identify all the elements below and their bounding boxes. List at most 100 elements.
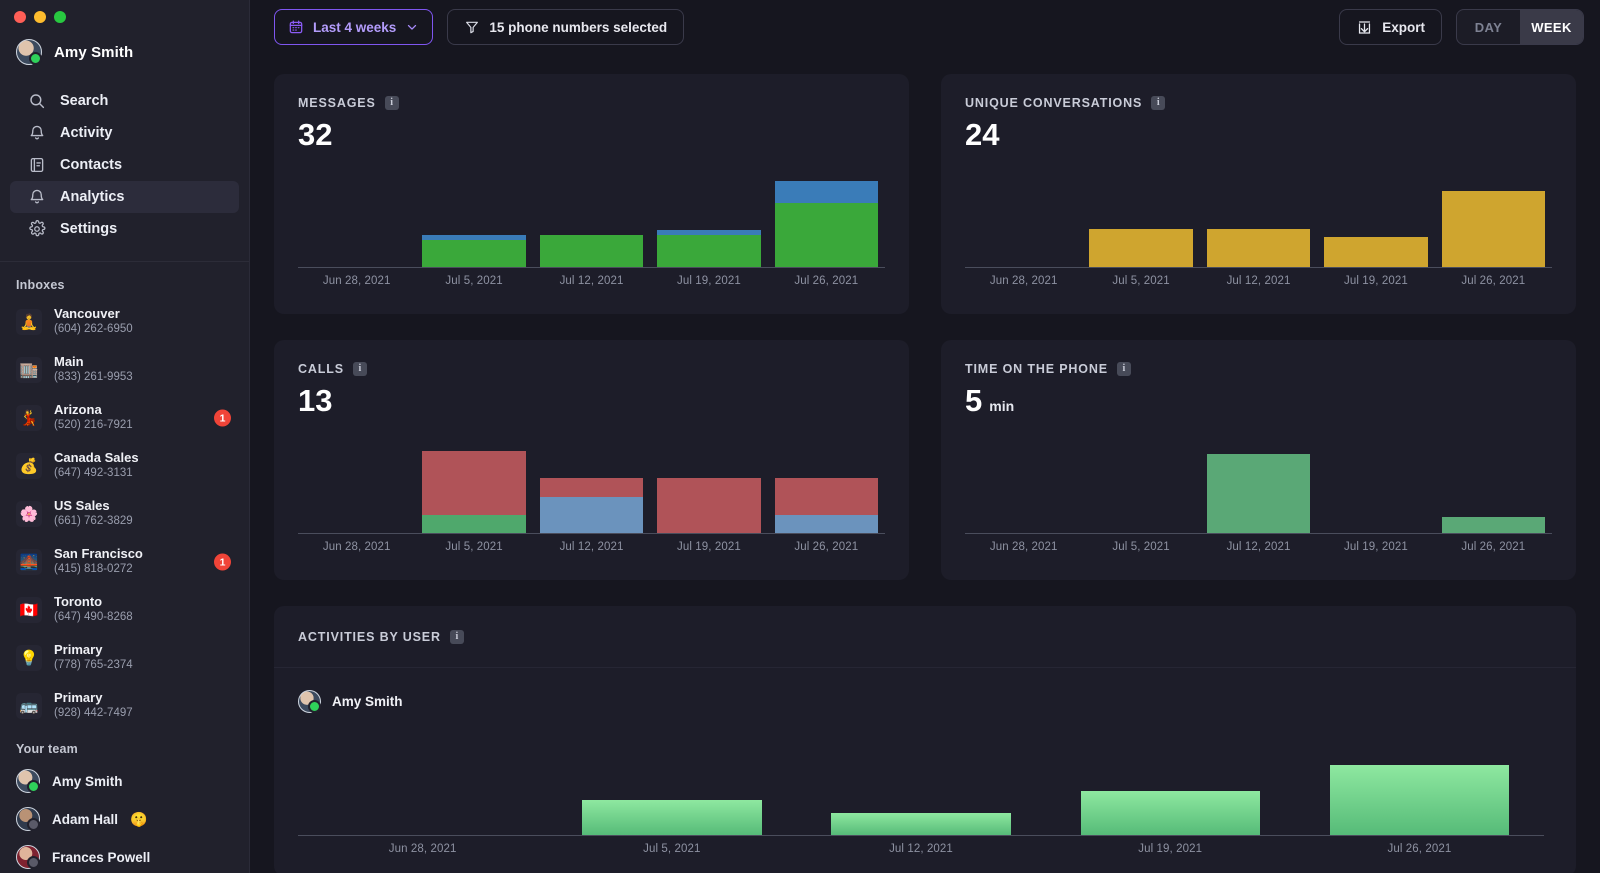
x-axis-labels: Jun 28, 2021Jul 5, 2021Jul 12, 2021Jul 1…	[298, 843, 1544, 855]
inbox-emoji-icon: 💡	[16, 645, 42, 671]
team-member-frances-powell[interactable]: Frances Powell	[0, 838, 249, 873]
info-icon[interactable]: i	[1117, 362, 1131, 376]
card-title: ACTIVITIES BY USER	[298, 630, 441, 644]
team-member-amy-smith[interactable]: Amy Smith	[0, 762, 249, 800]
inbox-item-arizona[interactable]: 💃 Arizona (520) 216-7921 1	[0, 394, 249, 442]
x-axis-tick-label: Jul 12, 2021	[796, 843, 1045, 855]
x-axis-labels: Jun 28, 2021Jul 5, 2021Jul 12, 2021Jul 1…	[965, 275, 1552, 287]
bar-slot[interactable]	[965, 176, 1082, 267]
x-axis-tick-label: Jun 28, 2021	[298, 275, 415, 287]
bar-slot[interactable]	[796, 752, 1045, 835]
inbox-list: 🧘 Vancouver (604) 262-6950 🏬 Main (833) …	[0, 298, 249, 730]
bar-segment	[540, 497, 643, 533]
inbox-emoji-icon: 🚌	[16, 693, 42, 719]
bar-segment	[657, 478, 760, 533]
date-range-button[interactable]: Last 4 weeks	[274, 9, 433, 45]
bar-slot[interactable]	[298, 176, 415, 267]
search-icon	[28, 92, 46, 110]
card-title: MESSAGES	[298, 96, 376, 110]
bar-slot[interactable]	[768, 442, 885, 533]
sidebar-item-analytics[interactable]: Analytics	[10, 181, 239, 213]
x-axis-tick-label: Jul 26, 2021	[768, 275, 885, 287]
inbox-item-vancouver[interactable]: 🧘 Vancouver (604) 262-6950	[0, 298, 249, 346]
bar	[775, 478, 878, 533]
team-member-adam-hall[interactable]: Adam Hall 🤫	[0, 800, 249, 838]
plot-area	[965, 176, 1552, 268]
x-axis-line	[298, 835, 1544, 836]
phone-number-filter-button[interactable]: 15 phone numbers selected	[447, 9, 684, 45]
bar-slot[interactable]	[1295, 752, 1544, 835]
bar-slot[interactable]	[415, 442, 532, 533]
bar-slot[interactable]	[415, 176, 532, 267]
info-icon[interactable]: i	[1151, 96, 1165, 110]
chevron-down-icon	[405, 20, 419, 34]
x-axis-tick-label: Jul 26, 2021	[1435, 541, 1552, 553]
activities-user-name: Amy Smith	[332, 694, 403, 709]
bar	[1207, 454, 1310, 533]
bar-slot[interactable]	[650, 176, 767, 267]
inbox-emoji-icon: 🧘	[16, 309, 42, 335]
info-icon[interactable]: i	[385, 96, 399, 110]
x-axis-tick-label: Jul 19, 2021	[1317, 541, 1434, 553]
card-value: 5	[965, 385, 982, 416]
x-axis-line	[965, 533, 1552, 534]
inboxes-heading: Inboxes	[0, 262, 249, 298]
bar-slot[interactable]	[298, 752, 547, 835]
calendar-icon	[288, 19, 304, 35]
bar	[422, 235, 525, 267]
zoom-window-button[interactable]	[54, 11, 66, 23]
bar-slot[interactable]	[547, 752, 796, 835]
inbox-number: (778) 765-2374	[54, 659, 133, 672]
sidebar-item-activity[interactable]: Activity	[10, 117, 239, 149]
sidebar-item-contacts[interactable]: Contacts	[10, 149, 239, 181]
inbox-item-canada-sales[interactable]: 💰 Canada Sales (647) 492-3131	[0, 442, 249, 490]
toggle-week[interactable]: WEEK	[1520, 10, 1583, 44]
inbox-item-san-francisco[interactable]: 🌉 San Francisco (415) 818-0272 1	[0, 538, 249, 586]
bar-series	[965, 176, 1552, 267]
bar-slot[interactable]	[768, 176, 885, 267]
bar-slot[interactable]	[1435, 442, 1552, 533]
bar-slot[interactable]	[1317, 176, 1434, 267]
bar	[1081, 791, 1260, 835]
inbox-item-toronto[interactable]: 🇨🇦 Toronto (647) 490-8268	[0, 586, 249, 634]
inbox-item-main[interactable]: 🏬 Main (833) 261-9953	[0, 346, 249, 394]
bar-slot[interactable]	[533, 442, 650, 533]
bar-slot[interactable]	[1200, 176, 1317, 267]
current-user[interactable]: Amy Smith	[0, 23, 249, 65]
bar	[657, 478, 760, 533]
card-title: CALLS	[298, 362, 344, 376]
bar-slot[interactable]	[1082, 442, 1199, 533]
inbox-item-primary-928[interactable]: 🚌 Primary (928) 442-7497	[0, 682, 249, 730]
minimize-window-button[interactable]	[34, 11, 46, 23]
bar-slot[interactable]	[1200, 442, 1317, 533]
sidebar-item-search[interactable]: Search	[10, 85, 239, 117]
x-axis-tick-label: Jun 28, 2021	[965, 275, 1082, 287]
bar-slot[interactable]	[1046, 752, 1295, 835]
bar-slot[interactable]	[1435, 176, 1552, 267]
info-icon[interactable]: i	[353, 362, 367, 376]
info-icon[interactable]: i	[450, 630, 464, 644]
inbox-number: (833) 261-9953	[54, 371, 133, 384]
inbox-item-us-sales[interactable]: 🌸 US Sales (661) 762-3829	[0, 490, 249, 538]
bar-segment	[831, 813, 1010, 835]
inbox-emoji-icon: 💰	[16, 453, 42, 479]
bar	[540, 478, 643, 533]
bar-slot[interactable]	[533, 176, 650, 267]
activities-user-row[interactable]: Amy Smith	[274, 668, 1576, 713]
bar-slot[interactable]	[298, 442, 415, 533]
bar-segment	[1442, 517, 1545, 533]
sidebar-item-settings[interactable]: Settings	[10, 213, 239, 245]
close-window-button[interactable]	[14, 11, 26, 23]
plot-area	[298, 176, 885, 268]
chart-messages: Jun 28, 2021Jul 5, 2021Jul 12, 2021Jul 1…	[298, 176, 885, 296]
toggle-day[interactable]: DAY	[1457, 10, 1520, 44]
bar-slot[interactable]	[650, 442, 767, 533]
bar-slot[interactable]	[1082, 176, 1199, 267]
bar-slot[interactable]	[1317, 442, 1434, 533]
inbox-number: (647) 492-3131	[54, 467, 139, 480]
x-axis-tick-label: Jul 19, 2021	[650, 541, 767, 553]
bar-slot[interactable]	[965, 442, 1082, 533]
export-button[interactable]: Export	[1339, 9, 1442, 45]
activities-header: ACTIVITIES BY USER i	[274, 606, 1576, 668]
inbox-item-primary-778[interactable]: 💡 Primary (778) 765-2374	[0, 634, 249, 682]
